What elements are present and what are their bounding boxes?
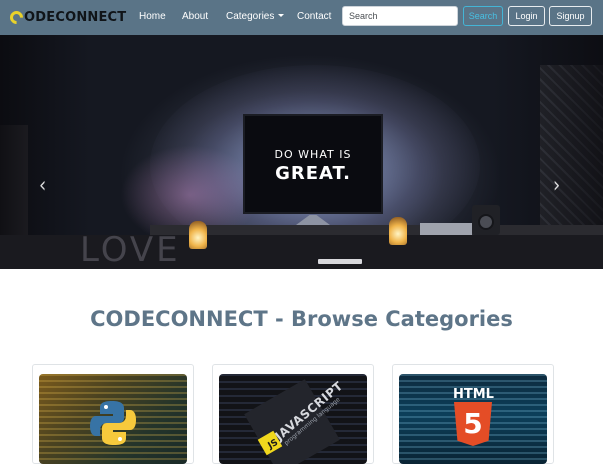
category-card-javascript[interactable]: JAVASCRIPT programming language JS [212, 364, 374, 464]
caret-down-icon [278, 14, 285, 17]
nav-contact[interactable]: Contact [297, 11, 331, 22]
lamp-left-icon [189, 221, 207, 249]
brand-ring-icon [7, 7, 26, 27]
html5-shield-icon: 5 [454, 402, 492, 446]
carousel-prev-icon[interactable]: ‹ [39, 175, 46, 197]
wall-love-text: LOVE [80, 230, 181, 269]
page-title: CODECONNECT - Browse Categories [90, 307, 513, 331]
carousel-next-icon[interactable]: › [553, 175, 560, 197]
html-card-image: HTML 5 [399, 374, 547, 464]
brand-text: ODECONNECT [24, 9, 127, 25]
login-button[interactable]: Login [508, 6, 545, 26]
python-logo-icon [90, 401, 136, 445]
lamp-right-icon [389, 217, 407, 245]
nav-about[interactable]: About [182, 11, 208, 22]
vignette-left [0, 35, 90, 269]
nav-home[interactable]: Home [139, 11, 166, 22]
navbar: ODECONNECT Home About Categories Contact… [0, 0, 603, 35]
search-input[interactable] [342, 6, 458, 26]
html-heading: HTML [453, 387, 494, 402]
desk [150, 225, 603, 235]
category-card-html[interactable]: HTML 5 [392, 364, 554, 464]
desk-device [420, 223, 472, 235]
speaker-cone [478, 214, 494, 230]
signup-button[interactable]: Signup [549, 6, 592, 26]
monitor-text-line2: GREAT. [275, 163, 351, 184]
html5-number: 5 [463, 407, 483, 440]
speaker-icon [472, 205, 500, 235]
hero-carousel: LOVE DO WHAT IS GREAT. ‹ › [0, 35, 603, 269]
keyboard [318, 259, 362, 264]
python-card-image [39, 374, 187, 464]
nav-categories-label: Categories [226, 11, 275, 22]
monitor-text-line1: DO WHAT IS [274, 148, 352, 161]
search-button[interactable]: Search [463, 6, 503, 26]
nav-categories-dropdown[interactable]: Categories [226, 11, 285, 22]
category-card-python[interactable] [32, 364, 194, 464]
javascript-card-image: JAVASCRIPT programming language JS [219, 374, 367, 464]
monitor: DO WHAT IS GREAT. [243, 114, 383, 214]
brand-logo[interactable]: ODECONNECT [7, 7, 127, 27]
